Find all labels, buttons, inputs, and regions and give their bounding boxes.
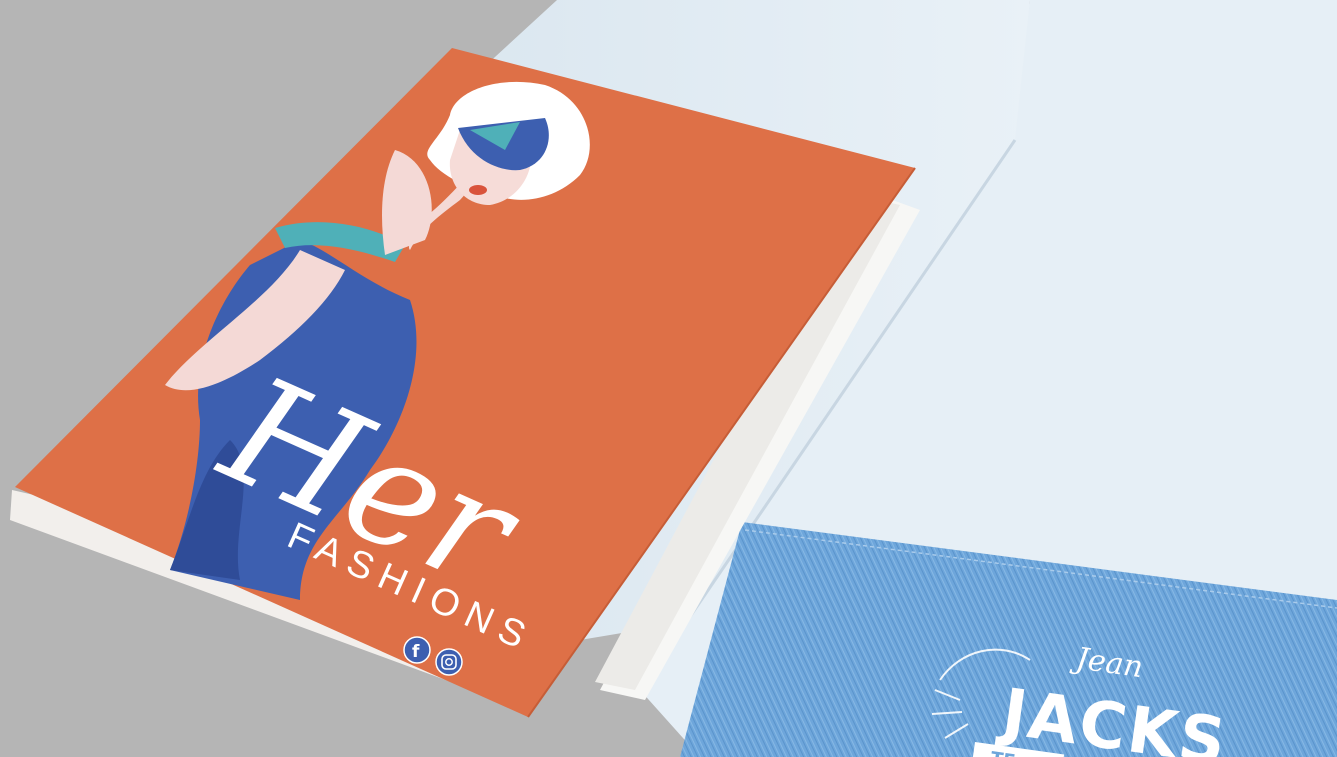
facebook-glyph: f — [412, 642, 420, 662]
instagram-icon — [435, 648, 463, 676]
scene-illustration: Jean JACKS TE Her FASHIONS f — [0, 0, 1337, 757]
folder-mockup-scene: Jean JACKS TE Her FASHIONS f — [0, 0, 1337, 757]
lips — [469, 185, 487, 195]
facebook-icon: f — [403, 636, 431, 664]
